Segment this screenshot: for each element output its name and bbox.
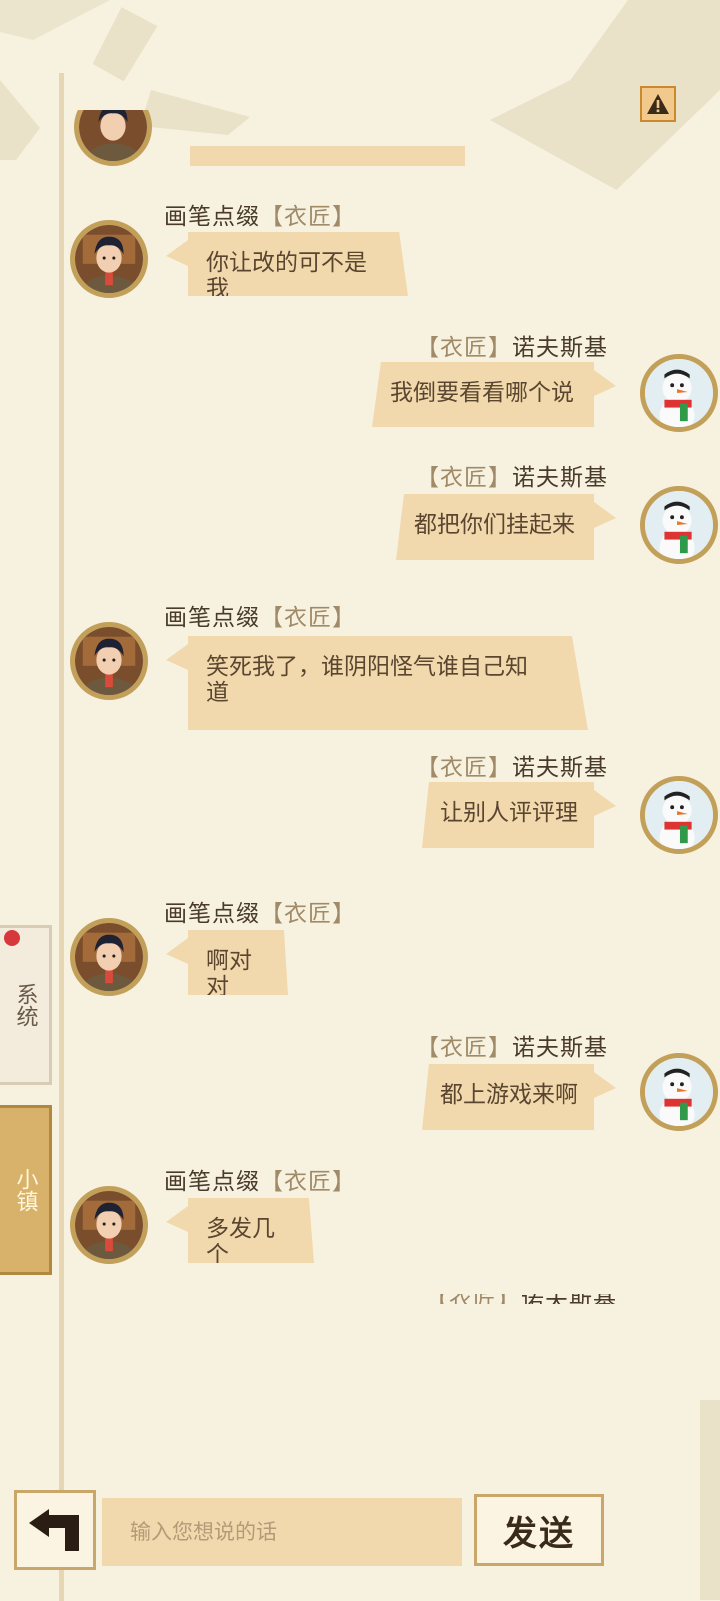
avatar-right-user[interactable] (640, 354, 718, 432)
sender-nickname: 画笔点缀 (164, 901, 260, 927)
bubble-tail (594, 1072, 616, 1098)
avatar-right-user[interactable] (640, 776, 718, 854)
snowman-avatar-icon (645, 1058, 713, 1126)
sender-name: 画笔点缀【衣匠】 (164, 598, 356, 632)
snowman-avatar-icon (645, 781, 713, 849)
tab-town[interactable]: 小镇 (0, 1105, 52, 1275)
avatar-right-user[interactable] (640, 1053, 718, 1131)
scrolled-off-sender-name: 【衣匠】诺夫斯基 (425, 1294, 620, 1304)
avatar-right-user[interactable] (640, 486, 718, 564)
avatar (74, 110, 152, 166)
background-shape (0, 80, 40, 160)
avatar-left-user[interactable] (70, 918, 148, 996)
avatar-left-user[interactable] (70, 622, 148, 700)
snowman-avatar-icon (645, 491, 713, 559)
sender-title-tag: 【衣匠】 (416, 755, 512, 781)
sender-title-tag: 【衣匠】 (425, 1294, 521, 1304)
bubble-tail (166, 1206, 188, 1232)
bubble-tail (594, 502, 616, 528)
background-shape (90, 4, 159, 86)
message-bubble: 多发几个 (188, 1198, 314, 1263)
sender-nickname: 诺夫斯基 (521, 1294, 617, 1304)
message-bubble: 啊对对 (188, 930, 288, 995)
sender-title-tag: 【衣匠】 (260, 204, 356, 230)
sender-title-tag: 【衣匠】 (260, 901, 356, 927)
person-avatar-icon (75, 923, 143, 991)
sender-nickname: 诺夫斯基 (512, 1035, 608, 1061)
sender-title-tag: 【衣匠】 (416, 1035, 512, 1061)
sender-name: 画笔点缀【衣匠】 (164, 197, 356, 231)
person-avatar-icon (75, 225, 143, 293)
warning-triangle-icon (647, 94, 669, 114)
bubble-tail (594, 790, 616, 816)
chat-timeline-divider (59, 73, 64, 1601)
message-bubble: 我倒要看看哪个说 (372, 362, 594, 427)
message-bubble: 笑死我了，谁阴阳怪气谁自己知道 (188, 636, 588, 730)
snowman-avatar-icon (645, 359, 713, 427)
person-avatar-icon (75, 1191, 143, 1259)
bubble-tail (594, 370, 616, 396)
back-arrow-icon (29, 1509, 79, 1551)
message-bubble: 让别人评评理 (422, 782, 594, 848)
background-shape (0, 0, 110, 40)
sender-title-tag: 【衣匠】 (416, 335, 512, 361)
tab-system[interactable]: 系统 (0, 925, 52, 1085)
sender-name: 【衣匠】诺夫斯基 (416, 1028, 608, 1062)
avatar-left-user[interactable] (70, 220, 148, 298)
sender-title-tag: 【衣匠】 (260, 1169, 356, 1195)
avatar-left-user[interactable] (70, 1186, 148, 1264)
sender-nickname: 画笔点缀 (164, 605, 260, 631)
sender-title-tag: 【衣匠】 (416, 465, 512, 491)
sender-name: 画笔点缀【衣匠】 (164, 894, 356, 928)
background-shape (140, 90, 250, 135)
sender-nickname: 画笔点缀 (164, 1169, 260, 1195)
person-avatar-icon (75, 627, 143, 695)
bubble-tail (166, 644, 188, 670)
message-bubble: 你让改的可不是我 (188, 232, 408, 296)
sender-nickname: 诺夫斯基 (512, 755, 608, 781)
back-button[interactable] (14, 1490, 96, 1570)
message-bubble: 都上游戏来啊 (422, 1064, 594, 1130)
sender-nickname: 诺夫斯基 (512, 335, 608, 361)
bubble-tail (166, 938, 188, 964)
message-bubble: 都把你们挂起来 (396, 494, 594, 560)
chat-input-bar: 发送 (0, 1480, 720, 1601)
sender-name: 【衣匠】诺夫斯基 (416, 458, 608, 492)
sender-name: 【衣匠】诺夫斯基 (416, 328, 608, 362)
sender-title-tag: 【衣匠】 (260, 605, 356, 631)
report-button[interactable] (640, 86, 676, 122)
scrolled-off-bubble (190, 146, 465, 166)
sender-nickname: 诺夫斯基 (512, 465, 608, 491)
send-button[interactable]: 发送 (474, 1494, 604, 1566)
sender-name: 【衣匠】诺夫斯基 (416, 748, 608, 782)
sender-nickname: 画笔点缀 (164, 204, 260, 230)
bubble-tail (166, 240, 188, 266)
sender-name: 画笔点缀【衣匠】 (164, 1162, 356, 1196)
chat-message-input[interactable] (102, 1498, 462, 1566)
scrolled-off-avatar (74, 110, 152, 166)
red-seal-icon (4, 930, 20, 946)
background-shape (490, 0, 720, 190)
